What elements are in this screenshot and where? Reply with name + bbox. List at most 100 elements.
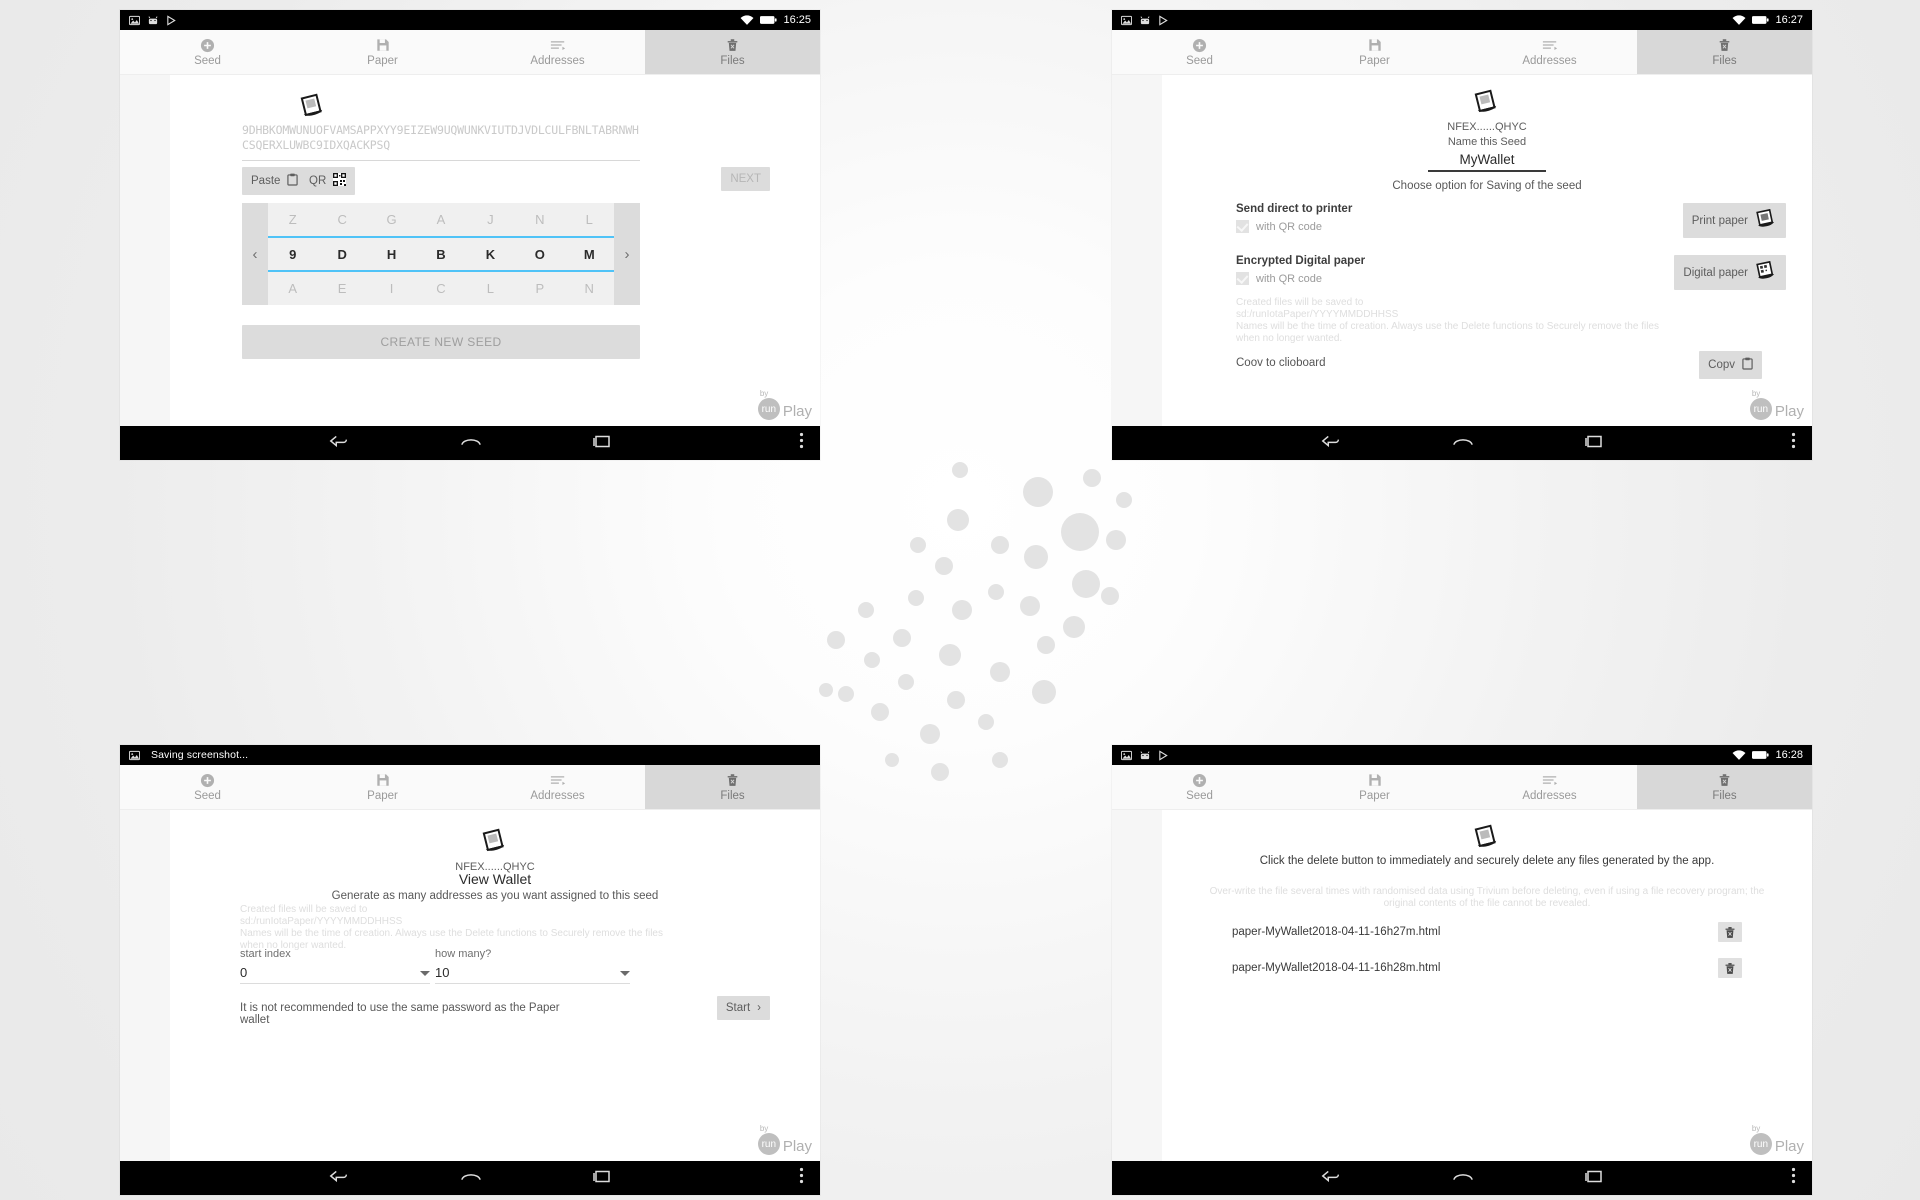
status-bar-right: 16:27: [1732, 10, 1803, 30]
copy-button[interactable]: Copv: [1699, 351, 1762, 379]
next-button[interactable]: NEXT: [721, 167, 770, 191]
picker-cell[interactable]: A: [416, 212, 465, 227]
picker-cell[interactable]: A: [268, 281, 317, 296]
recents-icon[interactable]: [592, 1168, 612, 1189]
picker-cell[interactable]: 9: [268, 247, 317, 262]
picker-cell[interactable]: C: [317, 212, 366, 227]
back-icon[interactable]: [328, 1168, 350, 1189]
tab-addresses[interactable]: Addresses: [470, 30, 645, 74]
picker-cell[interactable]: C: [416, 281, 465, 296]
picker-cell[interactable]: L: [565, 212, 614, 227]
back-icon[interactable]: [328, 433, 350, 454]
tab-files[interactable]: Files: [645, 30, 820, 74]
home-icon[interactable]: [1452, 1168, 1474, 1189]
next-label: NEXT: [730, 173, 761, 185]
tab-seed[interactable]: Seed: [1112, 765, 1287, 809]
clipboard-icon: [287, 173, 299, 189]
trash-icon: [1725, 962, 1735, 974]
start-index-field[interactable]: start index 0: [240, 948, 430, 984]
picker-cell[interactable]: B: [416, 247, 465, 262]
seed-character-picker[interactable]: ‹ Z C G A J N L 9 D H B K O M A E I C L …: [242, 203, 640, 305]
tab-seed[interactable]: Seed: [1112, 30, 1287, 74]
picker-cell[interactable]: P: [515, 281, 564, 296]
list-lines-icon: [550, 772, 566, 788]
digital-paper-button[interactable]: Digital paper: [1674, 255, 1786, 290]
back-icon[interactable]: [1320, 1168, 1342, 1189]
file-row[interactable]: paper-MyWallet2018-04-11-16h28m.html: [1232, 958, 1742, 978]
digital-qr-checkbox[interactable]: [1236, 272, 1249, 285]
print-qr-checkbox-row[interactable]: with QR code: [1236, 220, 1352, 233]
recents-icon[interactable]: [1584, 1168, 1604, 1189]
home-icon[interactable]: [1452, 433, 1474, 454]
plus-circle-icon: [1192, 37, 1207, 53]
picker-cell[interactable]: O: [515, 247, 564, 262]
tab-addresses[interactable]: Addresses: [1462, 30, 1637, 74]
picker-next-arrow[interactable]: ›: [614, 203, 640, 305]
recents-icon[interactable]: [1584, 433, 1604, 454]
digital-section: Encrypted Digital paper with QR code: [1236, 255, 1365, 285]
file-name: paper-MyWallet2018-04-11-16h27m.html: [1232, 926, 1441, 938]
tab-paper[interactable]: Paper: [295, 765, 470, 809]
how-many-select[interactable]: 10: [435, 965, 630, 984]
paste-button[interactable]: Paste: [242, 167, 308, 195]
wallet-paper-icon: [1162, 89, 1812, 115]
picker-cell[interactable]: K: [466, 247, 515, 262]
delete-file-button[interactable]: [1718, 922, 1742, 942]
menu-dots-icon[interactable]: [1791, 1167, 1796, 1190]
status-bar: 16:25: [120, 10, 820, 30]
menu-dots-icon[interactable]: [799, 432, 804, 455]
picker-cell[interactable]: D: [317, 247, 366, 262]
menu-dots-icon[interactable]: [799, 1167, 804, 1190]
picker-cell[interactable]: Z: [268, 212, 317, 227]
print-paper-label: Print paper: [1691, 214, 1748, 227]
delete-file-button[interactable]: [1718, 958, 1742, 978]
picker-cell[interactable]: E: [317, 281, 366, 296]
tab-files[interactable]: Files: [1637, 30, 1812, 74]
seed-value[interactable]: 9DHBKOMWUNUOFVAMSAPPXYY9EIZEW9UQWUNKVIUT…: [242, 123, 640, 161]
tab-paper[interactable]: Paper: [1287, 765, 1462, 809]
picker-prev-arrow[interactable]: ‹: [242, 203, 268, 305]
trash-icon: [726, 772, 739, 788]
tab-paper[interactable]: Paper: [295, 30, 470, 74]
how-many-field[interactable]: how many? 10: [435, 948, 630, 984]
create-new-seed-button[interactable]: CREATE NEW SEED: [242, 325, 640, 359]
picker-cell[interactable]: J: [466, 212, 515, 227]
menu-dots-icon[interactable]: [1791, 432, 1796, 455]
status-bar-left-icons: [1121, 749, 1169, 761]
file-row[interactable]: paper-MyWallet2018-04-11-16h27m.html: [1232, 922, 1742, 942]
picker-cell[interactable]: L: [466, 281, 515, 296]
tab-seed[interactable]: Seed: [120, 765, 295, 809]
tab-bar: Seed Paper Addresses Files: [1112, 765, 1812, 810]
status-bar-message: Saving screenshot...: [151, 749, 249, 761]
picker-cell[interactable]: I: [367, 281, 416, 296]
start-index-select[interactable]: 0: [240, 965, 430, 984]
page-subtitle: Generate as many addresses as you want a…: [331, 890, 659, 902]
picker-cell[interactable]: N: [515, 212, 564, 227]
tab-addresses[interactable]: Addresses: [1462, 765, 1637, 809]
tab-files[interactable]: Files: [1637, 765, 1812, 809]
tab-label-addresses: Addresses: [530, 790, 585, 802]
start-button[interactable]: Start ›: [716, 996, 770, 1020]
tab-label-paper: Paper: [367, 55, 398, 67]
left-rail: [120, 810, 170, 1161]
back-icon[interactable]: [1320, 433, 1342, 454]
print-qr-checkbox[interactable]: [1236, 220, 1249, 233]
picker-cell[interactable]: M: [565, 247, 614, 262]
tab-seed[interactable]: Seed: [120, 30, 295, 74]
picker-cell[interactable]: N: [565, 281, 614, 296]
picker-cell[interactable]: G: [367, 212, 416, 227]
recents-icon[interactable]: [592, 433, 612, 454]
wallet-name-input[interactable]: MyWallet: [1428, 152, 1546, 172]
qr-button[interactable]: QR: [300, 167, 356, 195]
tab-paper[interactable]: Paper: [1287, 30, 1462, 74]
tab-label-seed: Seed: [1186, 790, 1213, 802]
tab-files[interactable]: Files: [645, 765, 820, 809]
print-paper-button[interactable]: Print paper: [1682, 203, 1786, 238]
picker-cell[interactable]: H: [367, 247, 416, 262]
content-area: 9DHBKOMWUNUOFVAMSAPPXYY9EIZEW9UQWUNKVIUT…: [120, 75, 820, 426]
tab-addresses[interactable]: Addresses: [470, 765, 645, 809]
tab-label-paper: Paper: [1359, 790, 1390, 802]
digital-qr-checkbox-row[interactable]: with QR code: [1236, 272, 1365, 285]
home-icon[interactable]: [460, 433, 482, 454]
home-icon[interactable]: [460, 1168, 482, 1189]
